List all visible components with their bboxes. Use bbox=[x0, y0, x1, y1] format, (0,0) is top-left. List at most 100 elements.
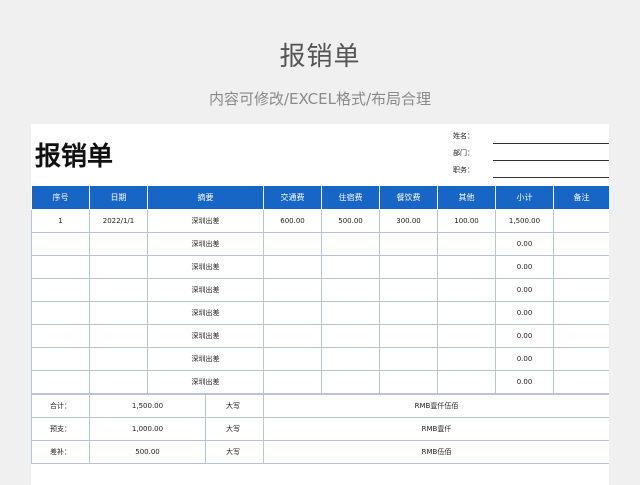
col-header-other: 其他 bbox=[437, 186, 496, 210]
cell-subtotal[interactable]: 0.00 bbox=[495, 369, 554, 394]
cell-no[interactable] bbox=[31, 277, 90, 302]
cell-remark[interactable] bbox=[553, 346, 609, 371]
cell-date[interactable] bbox=[89, 323, 148, 348]
department-field[interactable]: 部门： bbox=[453, 145, 609, 163]
cell-remark[interactable] bbox=[553, 208, 609, 233]
cell-no[interactable] bbox=[31, 323, 90, 348]
summary-table: 合计： 1,500.00 大写 RMB壹仟伍佰 预支： 1,000.00 大写 RMB壹仟 差补… bbox=[31, 394, 609, 464]
cell-date[interactable] bbox=[89, 346, 148, 371]
summary-amount[interactable]: 500.00 bbox=[89, 440, 206, 464]
name-underline bbox=[493, 143, 609, 144]
cell-other[interactable] bbox=[437, 277, 496, 302]
col-header-date: 日期 bbox=[89, 186, 148, 210]
cell-remark[interactable] bbox=[553, 254, 609, 279]
expense-table: 序号 日期 摘要 交通费 住宿费 餐饮费 其他 小计 备注 1 2022/1/1 深… bbox=[31, 186, 609, 394]
cell-remark[interactable] bbox=[553, 323, 609, 348]
cell-meals[interactable] bbox=[379, 277, 438, 302]
col-header-remark: 备注 bbox=[553, 186, 609, 210]
cell-remark[interactable] bbox=[553, 277, 609, 302]
cell-no[interactable] bbox=[31, 300, 90, 325]
cell-subtotal[interactable]: 0.00 bbox=[495, 254, 554, 279]
cell-lodging[interactable] bbox=[321, 254, 380, 279]
cell-summary[interactable]: 深圳出差 bbox=[147, 346, 264, 371]
cell-subtotal[interactable]: 0.00 bbox=[495, 277, 554, 302]
summary-cap-value[interactable]: RMB伍佰 bbox=[263, 440, 609, 464]
cell-transport[interactable] bbox=[263, 346, 322, 371]
cell-no[interactable] bbox=[31, 231, 90, 256]
position-field[interactable]: 职务： bbox=[453, 162, 609, 180]
cell-date[interactable]: 2022/1/1 bbox=[89, 208, 148, 233]
cell-transport[interactable] bbox=[263, 231, 322, 256]
cell-transport[interactable] bbox=[263, 277, 322, 302]
cell-transport[interactable]: 600.00 bbox=[263, 208, 322, 233]
table-row: 深圳出差 0.00 bbox=[31, 277, 609, 302]
summary-row: 差补： 500.00 大写 RMB伍佰 bbox=[31, 440, 609, 464]
cell-summary[interactable]: 深圳出差 bbox=[147, 323, 264, 348]
cell-lodging[interactable] bbox=[321, 369, 380, 394]
cell-other[interactable] bbox=[437, 323, 496, 348]
cell-date[interactable] bbox=[89, 300, 148, 325]
cell-date[interactable] bbox=[89, 231, 148, 256]
col-header-meals: 餐饮费 bbox=[379, 186, 438, 210]
cell-subtotal[interactable]: 0.00 bbox=[495, 346, 554, 371]
summary-cap-label: 大写 bbox=[205, 394, 264, 418]
summary-cap-value[interactable]: RMB壹仟 bbox=[263, 417, 609, 441]
cell-lodging[interactable] bbox=[321, 323, 380, 348]
page-title: 报销单 bbox=[279, 42, 361, 72]
cell-remark[interactable] bbox=[553, 300, 609, 325]
cell-transport[interactable] bbox=[263, 323, 322, 348]
cell-other[interactable] bbox=[437, 346, 496, 371]
cell-subtotal[interactable]: 1,500.00 bbox=[495, 208, 554, 233]
cell-other[interactable]: 100.00 bbox=[437, 208, 496, 233]
summary-label: 预支： bbox=[31, 417, 90, 441]
cell-meals[interactable]: 300.00 bbox=[379, 208, 438, 233]
name-field[interactable]: 姓名： bbox=[453, 128, 609, 146]
cell-date[interactable] bbox=[89, 254, 148, 279]
form-title: 报销单 bbox=[35, 142, 114, 172]
cell-summary[interactable]: 深圳出差 bbox=[147, 277, 264, 302]
summary-label: 差补： bbox=[31, 440, 90, 464]
cell-no[interactable] bbox=[31, 346, 90, 371]
cell-lodging[interactable] bbox=[321, 277, 380, 302]
cell-meals[interactable] bbox=[379, 346, 438, 371]
cell-summary[interactable]: 深圳出差 bbox=[147, 369, 264, 394]
cell-date[interactable] bbox=[89, 277, 148, 302]
summary-row: 合计： 1,500.00 大写 RMB壹仟伍佰 bbox=[31, 394, 609, 418]
cell-meals[interactable] bbox=[379, 254, 438, 279]
cell-transport[interactable] bbox=[263, 369, 322, 394]
cell-lodging[interactable]: 500.00 bbox=[321, 208, 380, 233]
department-label: 部门： bbox=[453, 149, 474, 157]
cell-summary[interactable]: 深圳出差 bbox=[147, 300, 264, 325]
cell-lodging[interactable] bbox=[321, 346, 380, 371]
table-row: 深圳出差 0.00 bbox=[31, 369, 609, 394]
cell-subtotal[interactable]: 0.00 bbox=[495, 323, 554, 348]
cell-no[interactable] bbox=[31, 369, 90, 394]
summary-amount[interactable]: 1,500.00 bbox=[89, 394, 206, 418]
cell-remark[interactable] bbox=[553, 369, 609, 394]
table-row: 深圳出差 0.00 bbox=[31, 231, 609, 256]
cell-subtotal[interactable]: 0.00 bbox=[495, 231, 554, 256]
cell-lodging[interactable] bbox=[321, 300, 380, 325]
cell-meals[interactable] bbox=[379, 300, 438, 325]
col-header-no: 序号 bbox=[31, 186, 90, 210]
cell-subtotal[interactable]: 0.00 bbox=[495, 300, 554, 325]
cell-date[interactable] bbox=[89, 369, 148, 394]
cell-no[interactable]: 1 bbox=[31, 208, 90, 233]
summary-amount[interactable]: 1,000.00 bbox=[89, 417, 206, 441]
cell-summary[interactable]: 深圳出差 bbox=[147, 208, 264, 233]
cell-lodging[interactable] bbox=[321, 231, 380, 256]
cell-remark[interactable] bbox=[553, 231, 609, 256]
cell-other[interactable] bbox=[437, 254, 496, 279]
cell-summary[interactable]: 深圳出差 bbox=[147, 254, 264, 279]
cell-other[interactable] bbox=[437, 369, 496, 394]
cell-meals[interactable] bbox=[379, 231, 438, 256]
cell-no[interactable] bbox=[31, 254, 90, 279]
cell-meals[interactable] bbox=[379, 323, 438, 348]
cell-summary[interactable]: 深圳出差 bbox=[147, 231, 264, 256]
summary-cap-value[interactable]: RMB壹仟伍佰 bbox=[263, 394, 609, 418]
cell-other[interactable] bbox=[437, 300, 496, 325]
cell-other[interactable] bbox=[437, 231, 496, 256]
cell-transport[interactable] bbox=[263, 254, 322, 279]
cell-transport[interactable] bbox=[263, 300, 322, 325]
cell-meals[interactable] bbox=[379, 369, 438, 394]
